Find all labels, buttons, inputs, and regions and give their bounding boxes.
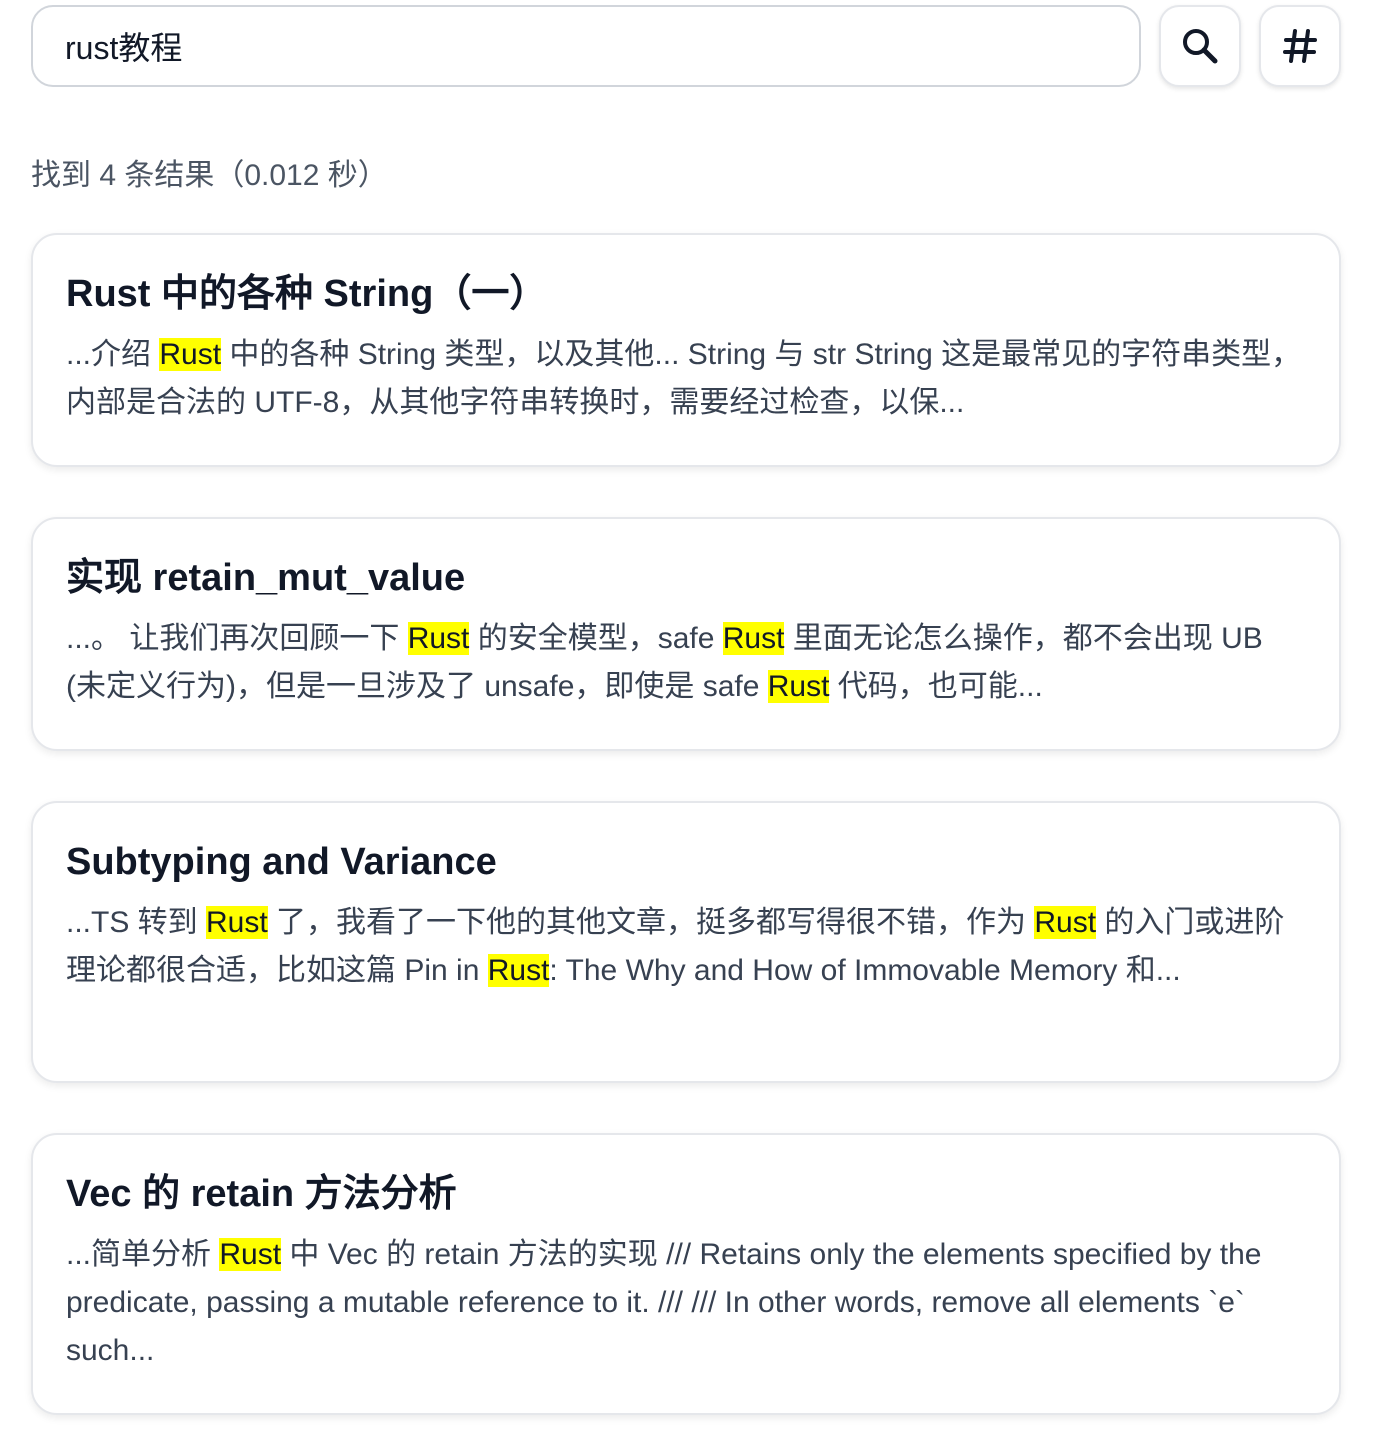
result-card[interactable]: Rust 中的各种 String（一） ...介绍 Rust 中的各种 Stri…: [31, 233, 1341, 467]
search-icon: [1180, 26, 1220, 66]
search-input[interactable]: [31, 5, 1141, 87]
highlighted-keyword: Rust: [487, 954, 550, 987]
result-card[interactable]: 实现 retain_mut_value ...。 让我们再次回顾一下 Rust …: [31, 517, 1341, 751]
tag-search-button[interactable]: [1259, 5, 1341, 87]
result-summary: 找到 4 条结果（0.012 秒）: [31, 159, 388, 192]
highlighted-keyword: Rust: [1034, 906, 1097, 939]
result-snippet: ...介绍 Rust 中的各种 String 类型，以及其他... String…: [66, 331, 1306, 427]
result-snippet: ...简单分析 Rust 中 Vec 的 retain 方法的实现 /// Re…: [66, 1231, 1306, 1375]
result-card[interactable]: Vec 的 retain 方法分析 ...简单分析 Rust 中 Vec 的 r…: [31, 1133, 1341, 1415]
highlighted-keyword: Rust: [722, 622, 785, 655]
highlighted-keyword: Rust: [767, 670, 830, 703]
search-bar: [31, 5, 1341, 87]
result-title[interactable]: 实现 retain_mut_value: [66, 553, 1306, 603]
result-title[interactable]: Vec 的 retain 方法分析: [66, 1169, 1306, 1219]
snippet-text: 中的各种 String 类型，以及其他... String 与 str Stri…: [66, 338, 1302, 419]
result-snippet: ...TS 转到 Rust 了，我看了一下他的其他文章，挺多都写得很不错，作为 …: [66, 899, 1306, 995]
snippet-text: ...简单分析: [66, 1238, 220, 1271]
snippet-text: ...。 让我们再次回顾一下: [66, 622, 408, 655]
highlighted-keyword: Rust: [407, 622, 470, 655]
result-card[interactable]: Subtyping and Variance ...TS 转到 Rust 了，我…: [31, 801, 1341, 1083]
snippet-text: : The Why and How of Immovable Memory 和.…: [549, 954, 1181, 987]
snippet-text: ...TS 转到: [66, 906, 207, 939]
search-button[interactable]: [1159, 5, 1241, 87]
snippet-text: 的安全模型，safe: [469, 622, 723, 655]
result-title[interactable]: Subtyping and Variance: [66, 837, 1306, 887]
snippet-text: ...介绍: [66, 338, 160, 371]
result-title[interactable]: Rust 中的各种 String（一）: [66, 269, 1306, 319]
highlighted-keyword: Rust: [159, 338, 222, 371]
snippet-text: 代码，也可能...: [829, 670, 1043, 703]
result-snippet: ...。 让我们再次回顾一下 Rust 的安全模型，safe Rust 里面无论…: [66, 615, 1306, 711]
snippet-text: 了，我看了一下他的其他文章，挺多都写得很不错，作为: [267, 906, 1035, 939]
highlighted-keyword: Rust: [206, 906, 268, 939]
highlighted-keyword: Rust: [219, 1238, 282, 1271]
hash-icon: [1280, 26, 1320, 66]
